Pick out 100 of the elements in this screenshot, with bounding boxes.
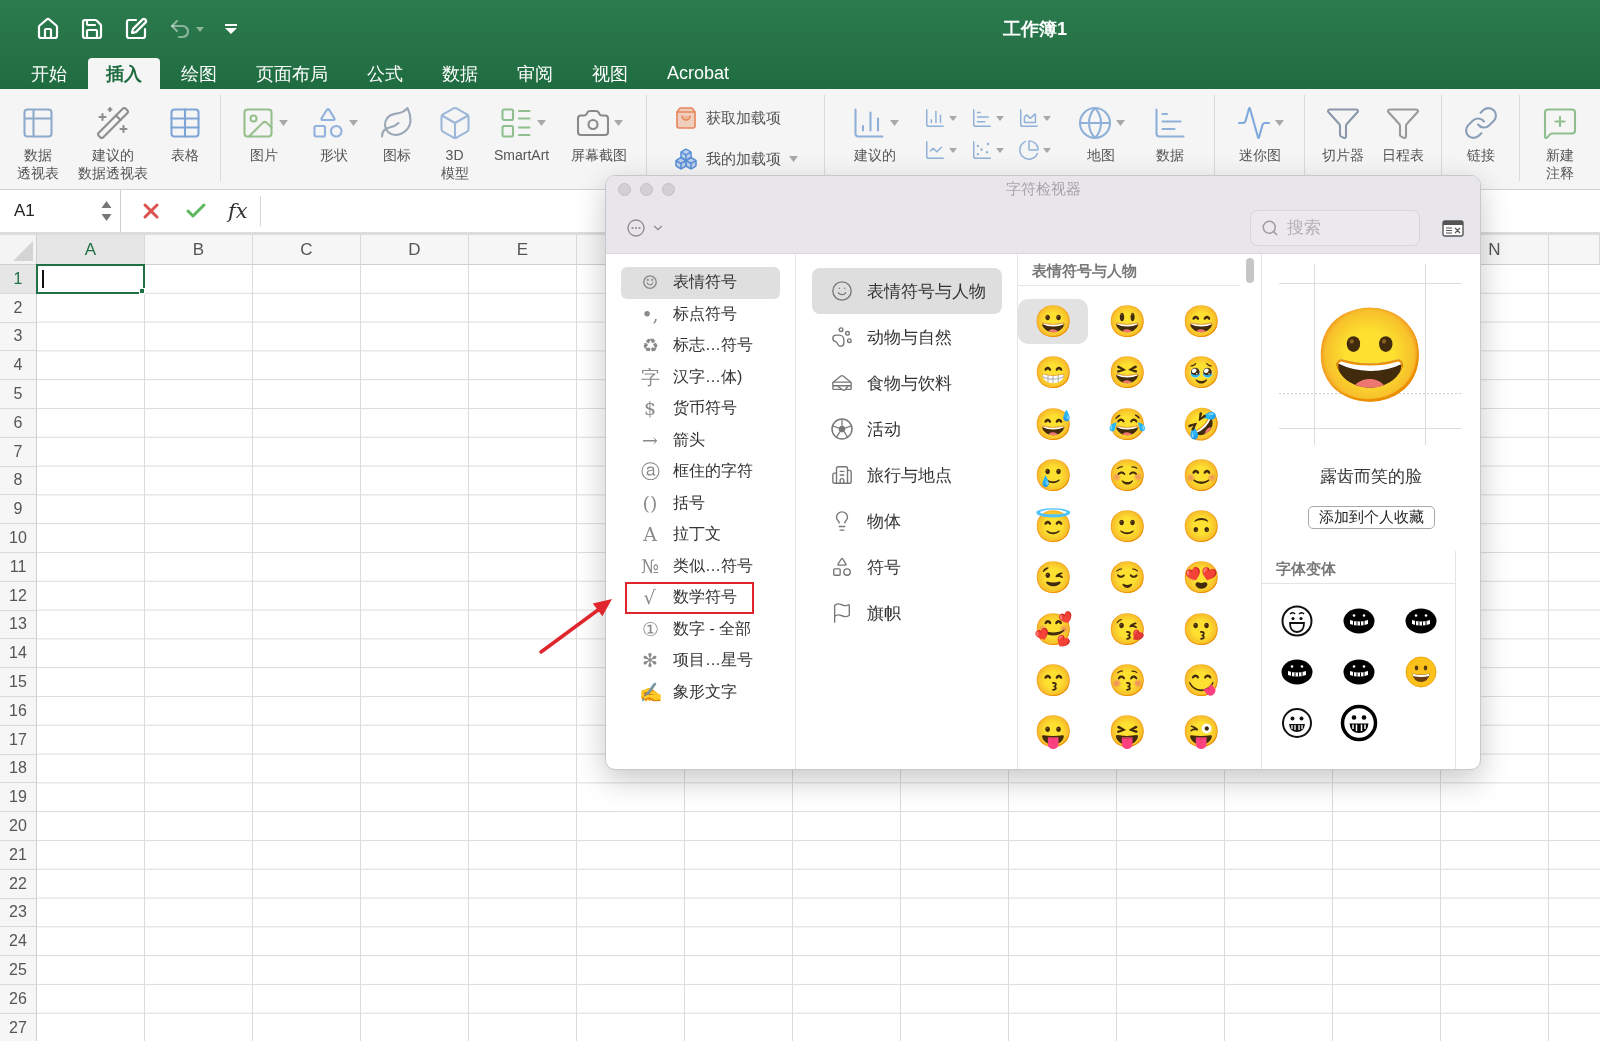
caret-icon[interactable] — [196, 26, 204, 32]
ribbon-button[interactable]: 形状 — [307, 100, 360, 164]
ribbon-button[interactable]: 表格 — [165, 100, 205, 164]
ribbon-tab[interactable]: 开始 — [13, 58, 85, 89]
column-header[interactable]: D — [361, 235, 469, 265]
row-header[interactable]: 18 — [0, 754, 37, 784]
more-options-icon[interactable] — [627, 219, 645, 237]
row-header[interactable]: 1 — [0, 265, 37, 294]
ribbon-tab[interactable]: 数据 — [424, 58, 496, 89]
row-header[interactable]: 8 — [0, 466, 37, 496]
emoji-variant-icon[interactable] — [1405, 655, 1437, 688]
search-input[interactable]: 搜索 — [1287, 218, 1409, 238]
ribbon-button[interactable]: 图片 — [238, 100, 291, 164]
sidebar-item[interactable]: ♻ 标志…符号 — [621, 330, 780, 362]
window-icon[interactable] — [1442, 219, 1464, 237]
spinner-arrows-icon[interactable] — [101, 200, 112, 222]
ribbon-button[interactable]: 图标 — [377, 100, 418, 164]
row-header[interactable]: 9 — [0, 495, 37, 525]
ribbon-tab[interactable]: 绘图 — [163, 58, 235, 89]
row-header[interactable]: 16 — [0, 696, 37, 726]
emoji-variant-icon[interactable] — [1405, 607, 1437, 634]
row-header[interactable]: 23 — [0, 898, 37, 928]
ribbon-tab[interactable]: 审阅 — [499, 58, 571, 89]
row-header[interactable]: 15 — [0, 668, 37, 697]
ribbon-button[interactable]: 屏幕截图 — [568, 100, 629, 164]
ribbon-button[interactable]: SmartArt — [491, 100, 552, 164]
row-header[interactable]: 20 — [0, 812, 37, 841]
active-cell[interactable] — [36, 264, 145, 294]
row-header[interactable]: 6 — [0, 409, 37, 438]
row-header[interactable]: 17 — [0, 725, 37, 755]
ribbon-button[interactable]: 建议的 数据透视表 — [76, 100, 150, 182]
category-item[interactable]: 旅行与地点 — [812, 452, 1002, 498]
category-item[interactable]: 符号 — [812, 544, 1002, 590]
add-favorite-button[interactable]: 添加到个人收藏 — [1307, 506, 1435, 529]
sidebar-item[interactable]: () 括号 — [621, 487, 780, 519]
ribbon-button[interactable]: 迷你图 — [1233, 100, 1286, 164]
sidebar-item[interactable]: ⓐ 框住的字符 — [621, 456, 780, 488]
row-header[interactable]: 12 — [0, 581, 37, 611]
row-header[interactable]: 13 — [0, 610, 37, 640]
sidebar-item[interactable]: •, 标点符号 — [621, 298, 780, 330]
row-header[interactable]: 10 — [0, 524, 37, 553]
customize-menu-icon[interactable] — [224, 23, 238, 35]
emoji-variant-icon[interactable] — [1281, 658, 1313, 685]
sidebar-item[interactable]: ✍ 象形文字 — [621, 676, 780, 708]
emoji-variant-icon[interactable] — [1340, 703, 1378, 742]
column-header[interactable]: A — [37, 235, 145, 265]
emoji-variant-icon[interactable] — [1281, 604, 1313, 637]
column-header[interactable]: B — [145, 235, 253, 265]
row-header[interactable]: 22 — [0, 869, 37, 899]
category-item[interactable]: 活动 — [812, 406, 1002, 452]
sidebar-item[interactable]: $ 货币符号 — [621, 393, 780, 425]
ribbon-button[interactable]: 数据 — [1150, 100, 1191, 164]
row-header[interactable]: 3 — [0, 322, 37, 352]
ribbon-tab[interactable]: 视图 — [574, 58, 646, 89]
category-item[interactable]: 物体 — [812, 498, 1002, 544]
ribbon-button[interactable]: 3D 模型 — [434, 100, 475, 182]
ribbon-button[interactable]: 地图 — [1074, 100, 1127, 164]
row-header[interactable]: 14 — [0, 639, 37, 669]
sidebar-item[interactable]: № 类似…符号 — [621, 550, 780, 582]
emoji-variant-icon[interactable] — [1343, 607, 1375, 634]
row-header[interactable]: 19 — [0, 783, 37, 813]
ribbon-button[interactable]: 链接 — [1460, 100, 1501, 164]
row-header[interactable]: 21 — [0, 840, 37, 870]
category-item[interactable]: 旗帜 — [812, 590, 1002, 636]
category-item[interactable]: 表情符号与人物 — [812, 268, 1002, 314]
row-header[interactable]: 27 — [0, 1013, 37, 1041]
row-header[interactable]: 4 — [0, 351, 37, 381]
row-header[interactable]: 7 — [0, 437, 37, 467]
column-header[interactable]: E — [469, 235, 577, 265]
ribbon-button[interactable]: 数据 透视表 — [15, 100, 61, 182]
ribbon-button[interactable]: 新建 注释 — [1540, 100, 1580, 182]
ribbon-tab[interactable]: 公式 — [349, 58, 421, 89]
row-header[interactable]: 5 — [0, 380, 37, 409]
sidebar-item[interactable]: √ 数学符号 — [627, 584, 752, 612]
sidebar-item[interactable]: ① 数字 - 全部 — [621, 613, 780, 645]
ribbon-button[interactable]: 日程表 — [1380, 100, 1427, 164]
sidebar-item[interactable]: ☺ 表情符号 — [621, 267, 780, 299]
ribbon-tab[interactable]: 插入 — [88, 58, 160, 89]
emoji-variant-icon[interactable] — [1281, 706, 1313, 739]
category-item[interactable]: 食物与饮料 — [812, 360, 1002, 406]
row-header[interactable]: 11 — [0, 552, 37, 582]
home-icon[interactable] — [36, 17, 60, 41]
fill-handle[interactable] — [139, 287, 145, 294]
row-header[interactable]: 24 — [0, 927, 37, 957]
ribbon-button[interactable]: 切片器 — [1319, 100, 1366, 164]
emoji-variant-icon[interactable] — [1343, 658, 1375, 685]
search-field[interactable]: 搜索 — [1250, 210, 1420, 246]
ribbon-tab[interactable]: 页面布局 — [238, 58, 346, 89]
sidebar-item[interactable]: ✻ 项目…星号 — [621, 645, 780, 677]
row-header[interactable]: 25 — [0, 956, 37, 985]
sidebar-item[interactable]: A 拉丁文 — [621, 519, 780, 551]
column-header[interactable]: C — [253, 235, 361, 265]
sidebar-item[interactable]: 字 汉字…体) — [621, 361, 780, 393]
scrollbar-thumb[interactable] — [1246, 258, 1254, 283]
pen-square-icon[interactable] — [124, 17, 148, 41]
ribbon-tab[interactable]: Acrobat — [649, 58, 748, 89]
row-header[interactable]: 26 — [0, 984, 37, 1014]
row-header[interactable]: 2 — [0, 293, 37, 323]
ribbon-button[interactable]: 建议的 — [848, 100, 901, 164]
ribbon-button[interactable]: 获取加载项 — [671, 100, 800, 136]
